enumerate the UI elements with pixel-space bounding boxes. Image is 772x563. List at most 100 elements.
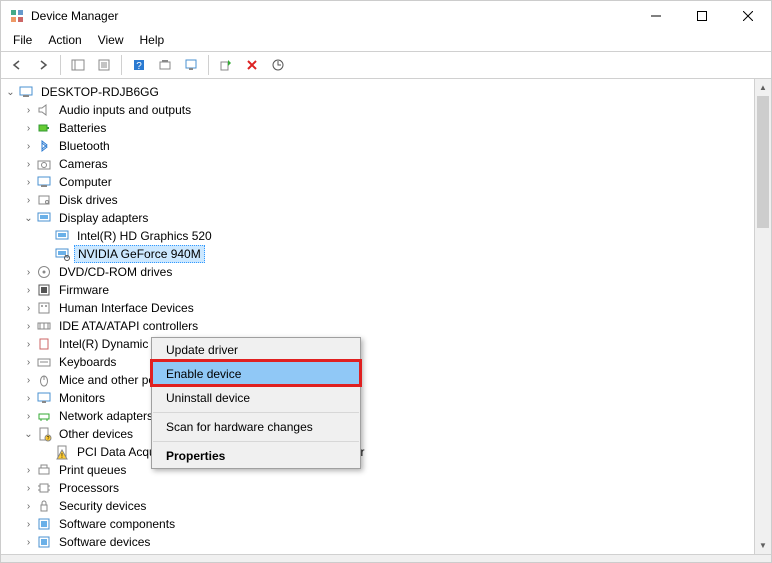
chevron-right-icon[interactable]: › [21, 177, 36, 188]
chevron-right-icon[interactable]: › [21, 339, 36, 350]
tree-item[interactable]: ! PCI Data Acquisition and Signal Proces… [3, 443, 752, 461]
tree-category[interactable]: › Disk drives [3, 191, 752, 209]
toolbar: ? [1, 51, 771, 79]
menu-help[interactable]: Help [132, 31, 173, 51]
context-properties[interactable]: Properties [152, 444, 360, 468]
tree-category[interactable]: ›Print queues [3, 461, 752, 479]
chevron-down-icon[interactable]: ⌄ [21, 213, 36, 224]
tree-category[interactable]: ›Intel(R) Dynamic Platform and Thermal F… [3, 335, 752, 353]
tree-node-label: Intel(R) HD Graphics 520 [74, 228, 215, 244]
tree-category[interactable]: ›Cameras [3, 155, 752, 173]
chevron-right-icon[interactable]: › [21, 501, 36, 512]
software-icon [36, 534, 52, 550]
context-enable-device[interactable]: Enable device [152, 362, 360, 386]
tree-node-label: IDE ATA/ATAPI controllers [56, 318, 201, 334]
chevron-right-icon[interactable]: › [21, 393, 36, 404]
help-button[interactable]: ? [127, 53, 151, 77]
context-scan-hardware[interactable]: Scan for hardware changes [152, 415, 360, 439]
scroll-up-arrow[interactable]: ▲ [755, 79, 771, 96]
tree-node-label: Human Interface Devices [56, 300, 197, 316]
update-button[interactable] [179, 53, 203, 77]
menu-action[interactable]: Action [40, 31, 89, 51]
disk-icon [36, 192, 52, 208]
enable-button[interactable] [214, 53, 238, 77]
chevron-right-icon[interactable]: › [21, 267, 36, 278]
scan-button[interactable] [153, 53, 177, 77]
chevron-down-icon[interactable]: ⌄ [3, 87, 18, 98]
tree-category[interactable]: ›Firmware [3, 281, 752, 299]
hid-icon [36, 300, 52, 316]
context-update-driver[interactable]: Update driver [152, 338, 360, 362]
tree-item[interactable]: Intel(R) HD Graphics 520 [3, 227, 752, 245]
tree-category-display[interactable]: ⌄ Display adapters [3, 209, 752, 227]
chevron-right-icon[interactable]: › [21, 483, 36, 494]
tree-category[interactable]: ›Bluetooth [3, 137, 752, 155]
tree-category[interactable]: ›Mice and other pointing devices [3, 371, 752, 389]
tree-node-label: Disk drives [56, 192, 121, 208]
tree-category[interactable]: ›Monitors [3, 389, 752, 407]
chevron-right-icon[interactable]: › [21, 195, 36, 206]
chevron-right-icon[interactable]: › [21, 105, 36, 116]
tree-category[interactable]: ›Keyboards [3, 353, 752, 371]
close-button[interactable] [725, 1, 771, 31]
context-uninstall-device[interactable]: Uninstall device [152, 386, 360, 410]
context-separator [153, 412, 359, 413]
vertical-scrollbar[interactable]: ▲ ▼ [754, 79, 771, 554]
tree-node-label: Display adapters [56, 210, 151, 226]
scroll-thumb[interactable] [757, 96, 769, 228]
chevron-down-icon[interactable]: ⌄ [21, 429, 36, 440]
computer-icon [18, 84, 34, 100]
chevron-right-icon[interactable]: › [21, 537, 36, 548]
chevron-right-icon[interactable]: › [21, 375, 36, 386]
tree-category[interactable]: ›Computer [3, 173, 752, 191]
tree-category[interactable]: ›Network adapters [3, 407, 752, 425]
scroll-down-arrow[interactable]: ▼ [755, 537, 771, 554]
statusbar [1, 554, 771, 562]
bluetooth-icon [36, 138, 52, 154]
chevron-right-icon[interactable]: › [21, 141, 36, 152]
keyboard-icon [36, 354, 52, 370]
tree-category[interactable]: ›Audio inputs and outputs [3, 101, 752, 119]
warning-icon: ! [54, 444, 70, 460]
display-icon [36, 210, 52, 226]
chevron-right-icon[interactable]: › [21, 285, 36, 296]
tree-category-other[interactable]: ⌄ ? Other devices [3, 425, 752, 443]
tree-category[interactable]: ›Security devices [3, 497, 752, 515]
chevron-right-icon[interactable]: › [21, 123, 36, 134]
tree-category[interactable]: › DVD/CD-ROM drives [3, 263, 752, 281]
tree-category[interactable]: ›Batteries [3, 119, 752, 137]
tree-category[interactable]: › IDE ATA/ATAPI controllers [3, 317, 752, 335]
maximize-button[interactable] [679, 1, 725, 31]
device-tree[interactable]: ⌄ DESKTOP-RDJB6GG ›Audio inputs and outp… [1, 79, 754, 554]
chevron-right-icon[interactable]: › [21, 465, 36, 476]
uninstall-button[interactable] [240, 53, 264, 77]
tree-node-label: Software components [56, 516, 178, 532]
chevron-right-icon[interactable]: › [21, 159, 36, 170]
back-button[interactable] [5, 53, 29, 77]
tree-node-label: NVIDIA GeForce 940M [74, 245, 205, 263]
chevron-right-icon[interactable]: › [21, 411, 36, 422]
tree-category[interactable]: › Software components [3, 515, 752, 533]
tree-category[interactable]: › Human Interface Devices [3, 299, 752, 317]
scan-hardware-button[interactable] [266, 53, 290, 77]
chevron-right-icon[interactable]: › [21, 303, 36, 314]
minimize-button[interactable] [633, 1, 679, 31]
chevron-right-icon[interactable]: › [21, 321, 36, 332]
tree-node-label: DVD/CD-ROM drives [56, 264, 175, 280]
show-hide-button[interactable] [66, 53, 90, 77]
menu-file[interactable]: File [5, 31, 40, 51]
tree-root[interactable]: ⌄ DESKTOP-RDJB6GG [3, 83, 752, 101]
software-icon [36, 516, 52, 532]
display-icon [54, 246, 70, 262]
tree-category[interactable]: ›Processors [3, 479, 752, 497]
chevron-right-icon[interactable]: › [21, 519, 36, 530]
chevron-right-icon[interactable]: › [21, 357, 36, 368]
tree-item-selected[interactable]: NVIDIA GeForce 940M [3, 245, 752, 263]
firmware-icon [36, 282, 52, 298]
properties-button[interactable] [92, 53, 116, 77]
menu-view[interactable]: View [90, 31, 132, 51]
menubar: File Action View Help [1, 31, 771, 51]
forward-button[interactable] [31, 53, 55, 77]
thermal-icon [36, 336, 52, 352]
tree-category[interactable]: ›Software devices [3, 533, 752, 551]
